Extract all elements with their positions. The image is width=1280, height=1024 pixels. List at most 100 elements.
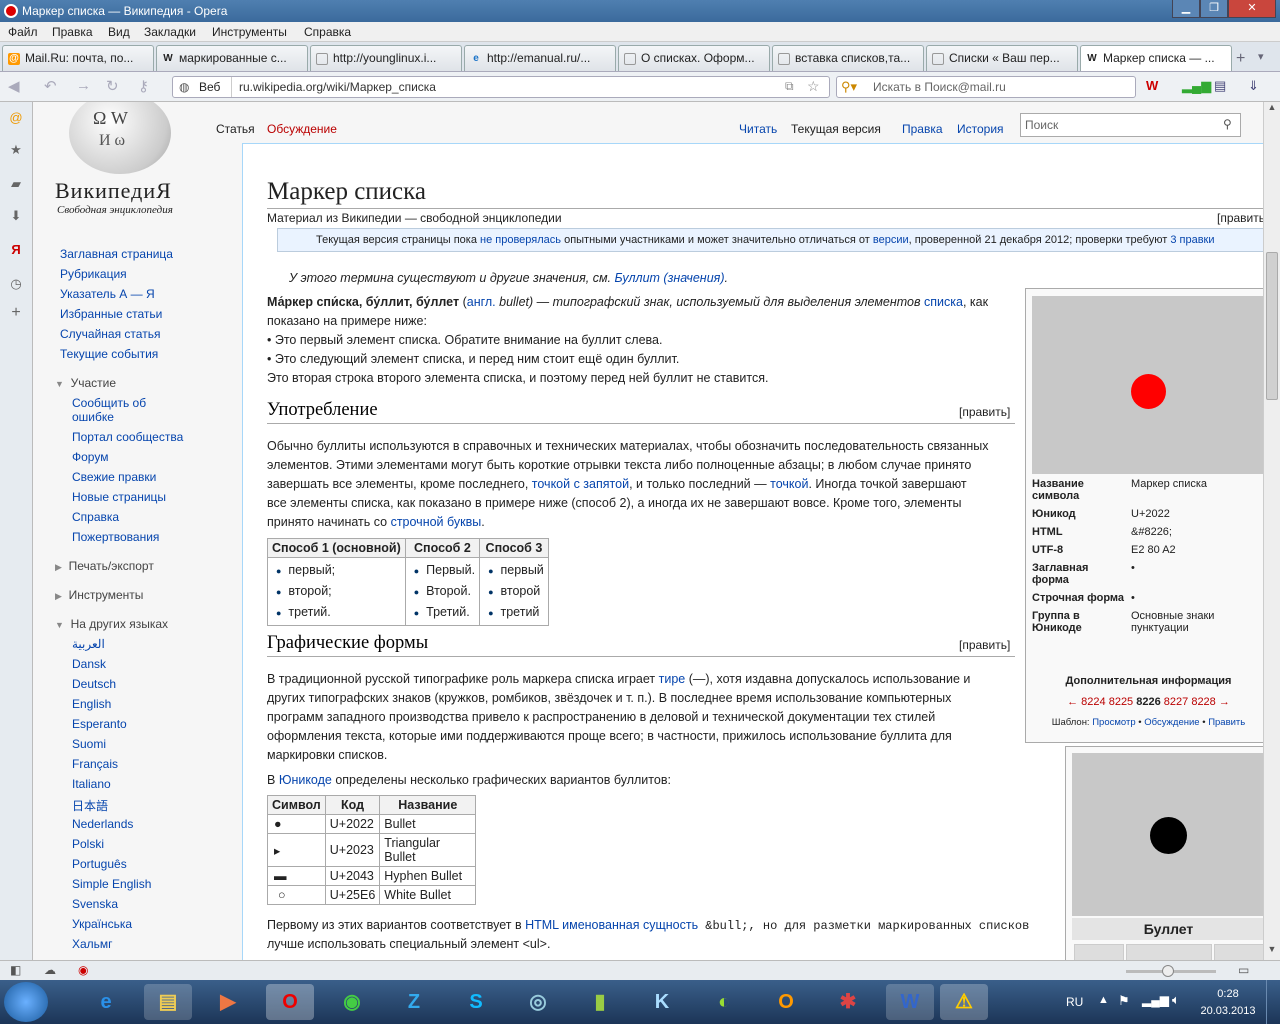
scroll-up-icon[interactable]: ▲ xyxy=(1265,102,1279,116)
webmoney-icon[interactable]: W xyxy=(1146,78,1158,93)
panel-toggle-icon[interactable]: ◧ xyxy=(10,963,21,977)
edit-link[interactable]: [править] xyxy=(959,638,1010,652)
show-desktop-button[interactable] xyxy=(1266,980,1280,1024)
template-edit-link[interactable]: Править xyxy=(1208,717,1245,728)
network-tray-icon[interactable]: ▂▄▆ xyxy=(1142,993,1169,1007)
print-section-toggle[interactable]: ▶ Печать/экспорт xyxy=(55,559,154,573)
undo-arrow-icon[interactable]: ↶ xyxy=(44,77,57,95)
flag-tray-icon[interactable]: ⚑ xyxy=(1118,993,1130,1009)
scrollbar-thumb[interactable] xyxy=(1266,252,1278,400)
back-arrow-icon[interactable]: ◀ xyxy=(8,77,20,95)
ie-taskbar-icon[interactable]: e xyxy=(82,984,130,1020)
warning-taskbar-icon[interactable]: ⚠ xyxy=(940,984,988,1020)
period-link[interactable]: точкой xyxy=(770,477,808,491)
key-icon[interactable]: ⚷ xyxy=(138,77,149,95)
lang-link[interactable]: Dansk xyxy=(72,657,106,671)
nav-link[interactable]: Избранные статьи xyxy=(60,307,162,321)
bookmarks-star-icon[interactable]: ★ xyxy=(8,142,24,158)
battery-app-taskbar-icon[interactable]: ▮ xyxy=(576,984,624,1020)
template-talk-link[interactable]: Обсуждение xyxy=(1144,717,1199,728)
wiki-logo-title[interactable]: ВикипедиЯ xyxy=(55,178,172,204)
tab-article[interactable]: Статья xyxy=(216,122,255,136)
lang-link[interactable]: Polski xyxy=(72,837,104,851)
downloads-panel-icon[interactable]: ⬇ xyxy=(8,208,24,224)
browser-tab[interactable]: @ Mail.Ru: почта, по... xyxy=(2,45,154,71)
lang-link[interactable]: Português xyxy=(72,857,127,871)
star-icon[interactable]: ☆ xyxy=(807,78,820,95)
add-panel-icon[interactable]: + xyxy=(8,304,24,321)
menu-edit[interactable]: Правка xyxy=(52,25,93,39)
tab-history[interactable]: История xyxy=(957,122,1004,136)
nav-link[interactable]: Справка xyxy=(72,510,119,524)
signal-bars-icon[interactable]: ▂▄▆ xyxy=(1182,78,1211,94)
maximize-button[interactable]: ❐ xyxy=(1200,0,1228,18)
close-button[interactable]: ✕ xyxy=(1228,0,1276,18)
tab-talk[interactable]: Обсуждение xyxy=(267,122,337,136)
prev-codes-link[interactable]: ← 8224 8225 xyxy=(1067,696,1133,708)
html-entity-link[interactable]: HTML именованная сущность xyxy=(525,918,698,932)
notice-link[interactable]: 3 правки xyxy=(1170,234,1214,246)
cloud-icon[interactable]: ☁ xyxy=(44,963,56,977)
browser-tab[interactable]: e http://emanual.ru/... xyxy=(464,45,616,71)
lang-link[interactable]: Deutsch xyxy=(72,677,116,691)
nav-link[interactable]: Сообщить об ошибке xyxy=(72,396,182,424)
opera-taskbar-icon[interactable]: O xyxy=(266,984,314,1020)
nav-link[interactable]: Свежие правки xyxy=(72,470,156,484)
nav-link[interactable]: Заглавная страница xyxy=(60,247,173,261)
mail-icon[interactable]: @ xyxy=(8,110,24,126)
menu-view[interactable]: Вид xyxy=(108,25,130,39)
k-app-taskbar-icon[interactable]: K xyxy=(638,984,686,1020)
ball-app-taskbar-icon[interactable]: ◐ xyxy=(700,984,748,1020)
media-player-taskbar-icon[interactable]: ▶ xyxy=(204,984,252,1020)
languages-section-toggle[interactable]: ▼ На других языках xyxy=(55,617,168,631)
tab-edit[interactable]: Правка xyxy=(902,122,943,136)
dash-link[interactable]: тире xyxy=(659,672,686,686)
app-taskbar-icon[interactable]: ◎ xyxy=(514,984,562,1020)
minimize-button[interactable]: ▁ xyxy=(1172,0,1200,18)
lowercase-link[interactable]: строчной буквы xyxy=(391,515,482,529)
spider-app-taskbar-icon[interactable]: ✱ xyxy=(824,984,872,1020)
tab-read[interactable]: Читать xyxy=(739,122,777,136)
symbol-image[interactable] xyxy=(1032,296,1263,474)
browser-tab[interactable]: О списках. Оформ... xyxy=(618,45,770,71)
language-indicator[interactable]: RU xyxy=(1066,995,1083,1009)
menu-tools[interactable]: Инструменты xyxy=(212,25,287,39)
new-tab-plus-icon[interactable]: + xyxy=(1236,50,1245,68)
search-field[interactable]: ⚲▾ Искать в Поиск@mail.ru xyxy=(836,76,1136,98)
lang-link[interactable]: Italiano xyxy=(72,777,111,791)
edit-link[interactable]: [править] xyxy=(1217,211,1263,225)
reload-icon[interactable]: ↻ xyxy=(106,77,119,95)
lang-link[interactable]: English xyxy=(72,697,111,711)
lang-link[interactable]: Suomi xyxy=(72,737,106,751)
notice-link[interactable]: версии xyxy=(873,234,909,246)
address-field[interactable]: ◍ Веб ru.wikipedia.org/wiki/Маркер_списк… xyxy=(172,76,830,98)
nav-link[interactable]: Рубрикация xyxy=(60,267,127,281)
next-codes-link[interactable]: 8227 8228 → xyxy=(1164,696,1230,708)
skype-taskbar-icon[interactable]: S xyxy=(452,984,500,1020)
nav-link[interactable]: Пожертвования xyxy=(72,530,159,544)
lang-link[interactable]: 日本語 xyxy=(72,797,108,814)
clock-time[interactable]: 0:28 xyxy=(1200,988,1256,1000)
nav-link[interactable]: Указатель А — Я xyxy=(60,287,155,301)
tools-section-toggle[interactable]: ▶ Инструменты xyxy=(55,588,143,602)
history-clock-icon[interactable]: ◷ xyxy=(8,276,24,292)
lang-link[interactable]: Українська xyxy=(72,917,132,931)
lang-link[interactable]: Svenska xyxy=(72,897,118,911)
menu-file[interactable]: Файл xyxy=(8,25,38,39)
lang-link[interactable]: Français xyxy=(72,757,118,771)
list-link[interactable]: списка xyxy=(924,295,963,309)
search-icon[interactable]: ⚲ xyxy=(1223,117,1232,131)
nav-link[interactable]: Портал сообщества xyxy=(72,430,183,444)
nav-link[interactable]: Форум xyxy=(72,450,108,464)
unicode-link[interactable]: Юникоде xyxy=(279,773,332,787)
yandex-icon[interactable]: Я xyxy=(8,242,24,258)
edit-link[interactable]: [править] xyxy=(959,405,1010,419)
lang-link[interactable]: Nederlands xyxy=(72,817,133,831)
notice-link[interactable]: не проверялась xyxy=(480,234,561,246)
browser-tab[interactable]: вставка списков,та... xyxy=(772,45,924,71)
nav-link[interactable]: Случайная статья xyxy=(60,327,160,341)
template-view-link[interactable]: Просмотр xyxy=(1092,717,1135,728)
participate-section-toggle[interactable]: ▼ Участие xyxy=(55,376,116,390)
odnoklassniki-taskbar-icon[interactable]: О xyxy=(762,984,810,1020)
wiki-search-input[interactable]: Поиск ⚲ xyxy=(1020,113,1241,137)
